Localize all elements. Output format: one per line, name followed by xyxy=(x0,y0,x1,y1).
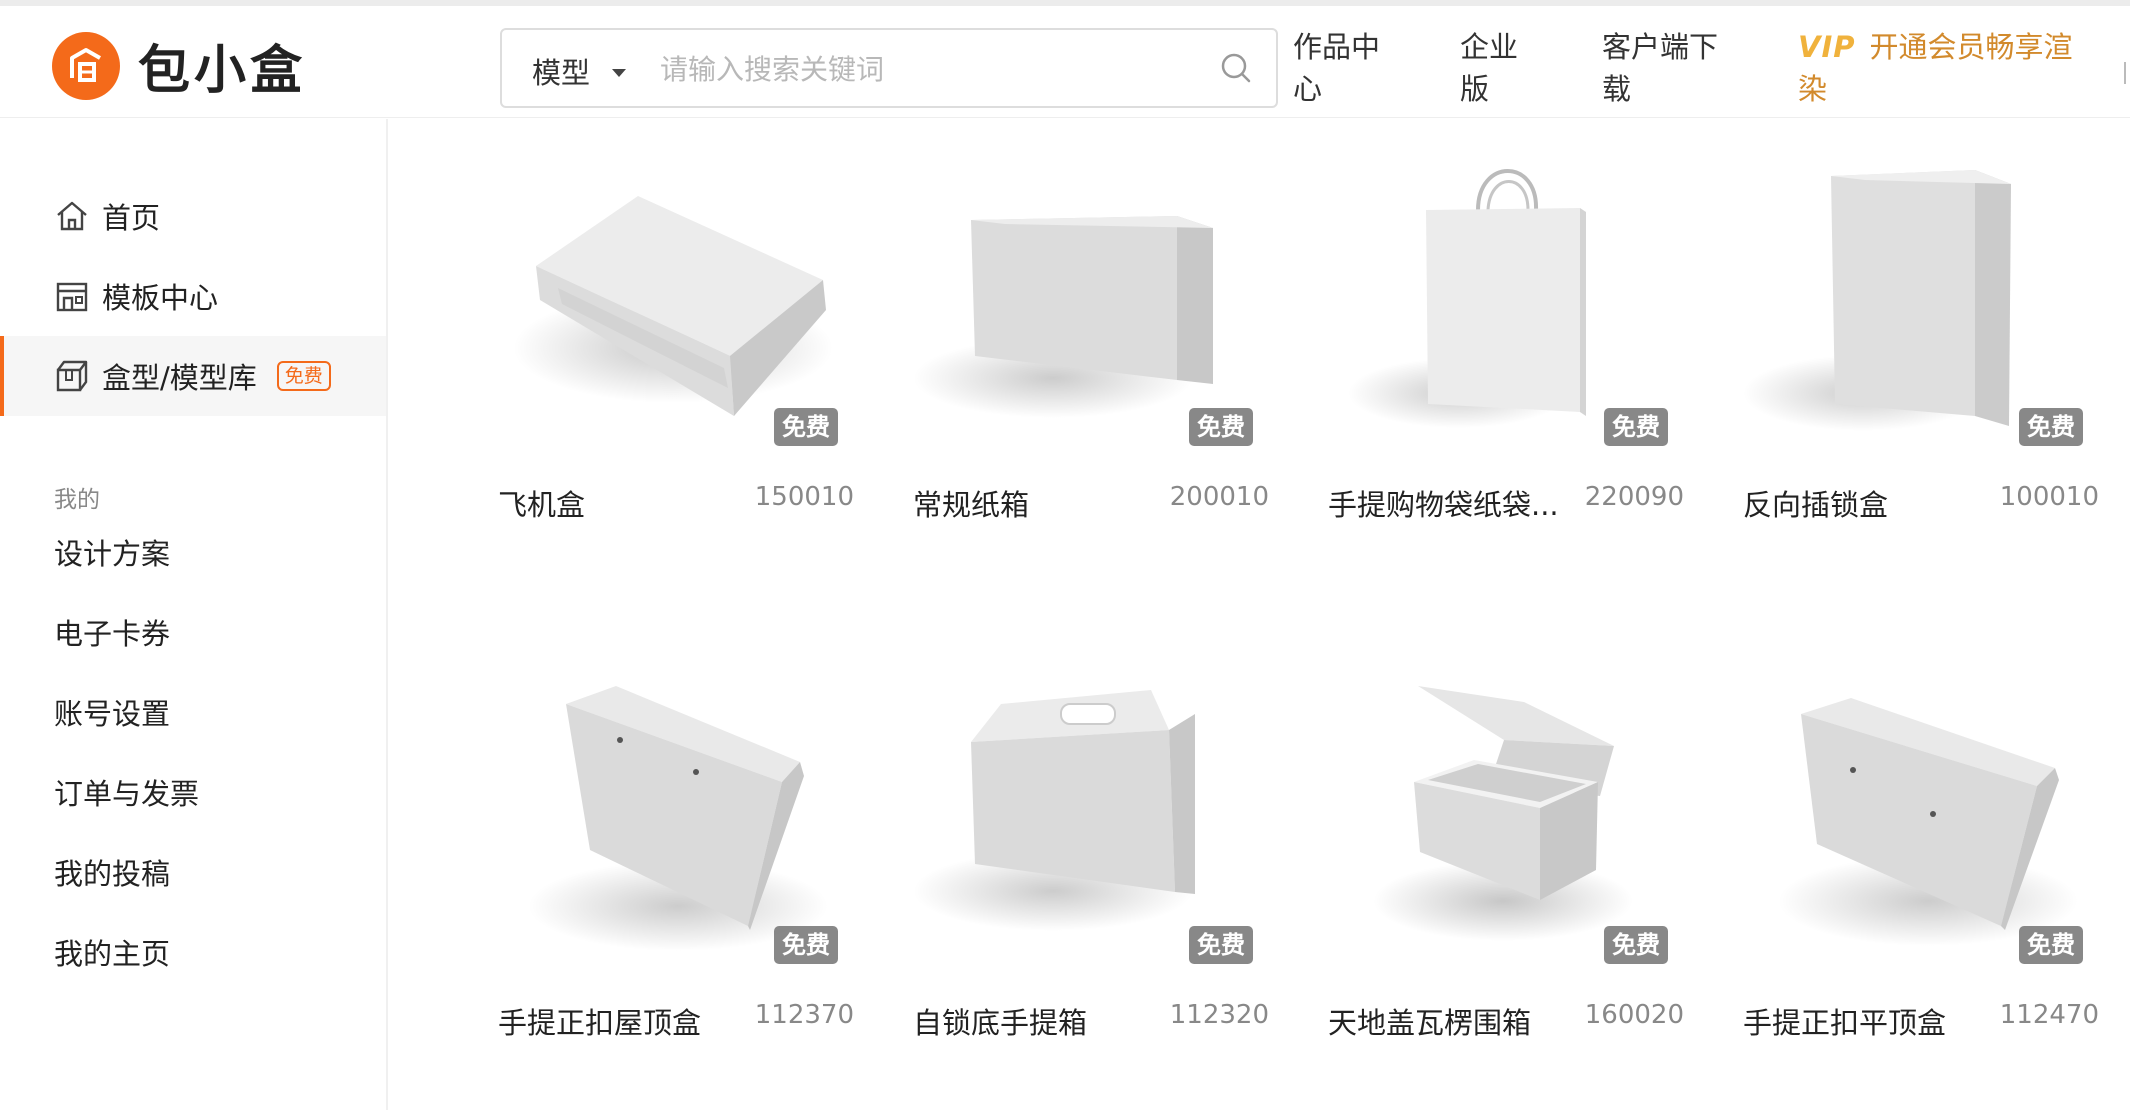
caret-down-icon xyxy=(612,69,627,77)
search-icon[interactable] xyxy=(1218,50,1254,86)
free-badge: 免费 xyxy=(276,361,331,391)
product-thumbnail[interactable]: 免费 xyxy=(1743,168,2099,460)
sidebar-link-my-submissions[interactable]: 我的投稿 xyxy=(54,851,170,893)
product-thumbnail[interactable]: 免费 xyxy=(1328,686,1684,978)
nav-works-center[interactable]: 作品中心 xyxy=(1293,26,1393,110)
store-icon xyxy=(56,282,88,312)
logo-text: 包小盒 xyxy=(138,41,307,101)
vip-badge: VIP xyxy=(1798,30,1856,64)
product-card[interactable]: 免费 飞机盒 150010 xyxy=(498,168,854,522)
sidebar-link-account-settings[interactable]: 账号设置 xyxy=(54,691,170,733)
free-badge: 免费 xyxy=(774,926,838,964)
product-title[interactable]: 反向插锁盒 xyxy=(1743,482,1888,524)
product-card[interactable]: 免费 常规纸箱 200010 xyxy=(913,168,1269,522)
product-id: 220090 xyxy=(1584,482,1684,512)
product-thumbnail[interactable]: 免费 xyxy=(498,168,854,460)
free-badge: 免费 xyxy=(2019,926,2083,964)
sidebar-item-label: 模板中心 xyxy=(102,281,219,315)
nav-enterprise[interactable]: 企业版 xyxy=(1460,26,1530,110)
box-icon xyxy=(56,360,88,392)
product-card[interactable]: 免费 手提购物袋纸袋... 220090 xyxy=(1328,168,1684,522)
product-thumbnail[interactable]: 免费 xyxy=(1743,686,2099,978)
sidebar-item-label: 盒型/模型库 xyxy=(102,361,257,395)
header-divider xyxy=(2124,62,2126,84)
nav-vip[interactable]: VIP 开通会员畅享渲染 xyxy=(1798,26,2088,110)
product-thumbnail[interactable]: 免费 xyxy=(1328,168,1684,460)
free-badge: 免费 xyxy=(1604,926,1668,964)
product-card[interactable]: 免费 手提正扣平顶盒 112470 xyxy=(1743,686,2099,1040)
free-badge: 免费 xyxy=(1189,408,1253,446)
home-icon xyxy=(57,201,87,231)
product-id: 112320 xyxy=(1169,1000,1269,1030)
sidebar-item-home[interactable]: 首页 xyxy=(0,176,386,256)
product-thumbnail[interactable]: 免费 xyxy=(498,686,854,978)
product-id: 200010 xyxy=(1169,482,1269,512)
sidebar-link-e-coupons[interactable]: 电子卡券 xyxy=(54,611,170,653)
section-title-mine: 我的 xyxy=(54,487,100,513)
search-input[interactable] xyxy=(660,44,1180,94)
sidebar-item-box-library[interactable]: 盒型/模型库 免费 xyxy=(0,336,386,416)
free-badge: 免费 xyxy=(1604,408,1668,446)
nav-client-download[interactable]: 客户端下载 xyxy=(1602,26,1732,110)
logo[interactable]: 包小盒 xyxy=(52,28,306,103)
product-title[interactable]: 自锁底手提箱 xyxy=(913,1000,1087,1042)
product-thumbnail[interactable]: 免费 xyxy=(913,686,1269,978)
sidebar-link-orders-invoices[interactable]: 订单与发票 xyxy=(54,771,199,813)
product-card[interactable]: 免费 反向插锁盒 100010 xyxy=(1743,168,2099,522)
sidebar-item-templates[interactable]: 模板中心 xyxy=(0,256,386,336)
search-category-label: 模型 xyxy=(532,56,591,90)
free-badge: 免费 xyxy=(2019,408,2083,446)
sidebar-link-my-homepage[interactable]: 我的主页 xyxy=(54,931,170,973)
product-card[interactable]: 免费 天地盖瓦楞围箱 160020 xyxy=(1328,686,1684,1040)
sidebar: 首页 模板中心 盒型/模型库 免费 我的 设计方案 电子卡券 账号设置 订单与发… xyxy=(0,119,388,1110)
search-category-select[interactable]: 模型 xyxy=(532,50,627,92)
top-header: 包小盒 模型 作品中心 企业版 客户端下载 VIP开通会员畅享渲染 xyxy=(0,6,2130,118)
product-title[interactable]: 手提购物袋纸袋... xyxy=(1328,482,1559,524)
product-title[interactable]: 常规纸箱 xyxy=(913,482,1029,524)
product-title[interactable]: 手提正扣屋顶盒 xyxy=(498,1000,701,1042)
product-title[interactable]: 手提正扣平顶盒 xyxy=(1743,1000,1946,1042)
product-thumbnail[interactable]: 免费 xyxy=(913,168,1269,460)
product-card[interactable]: 免费 自锁底手提箱 112320 xyxy=(913,686,1269,1040)
product-id: 112370 xyxy=(754,1000,854,1030)
product-id: 150010 xyxy=(754,482,854,512)
product-id: 160020 xyxy=(1584,1000,1684,1030)
product-id: 100010 xyxy=(1999,482,2099,512)
free-badge: 免费 xyxy=(774,408,838,446)
search-bar: 模型 xyxy=(500,28,1278,108)
free-badge: 免费 xyxy=(1189,926,1253,964)
product-card[interactable]: 免费 手提正扣屋顶盒 112370 xyxy=(498,686,854,1040)
product-title[interactable]: 飞机盒 xyxy=(498,482,585,524)
product-id: 112470 xyxy=(1999,1000,2099,1030)
sidebar-link-design-plans[interactable]: 设计方案 xyxy=(54,531,170,573)
logo-mark-icon xyxy=(52,31,120,100)
product-title[interactable]: 天地盖瓦楞围箱 xyxy=(1328,1000,1531,1042)
sidebar-item-label: 首页 xyxy=(102,201,161,235)
